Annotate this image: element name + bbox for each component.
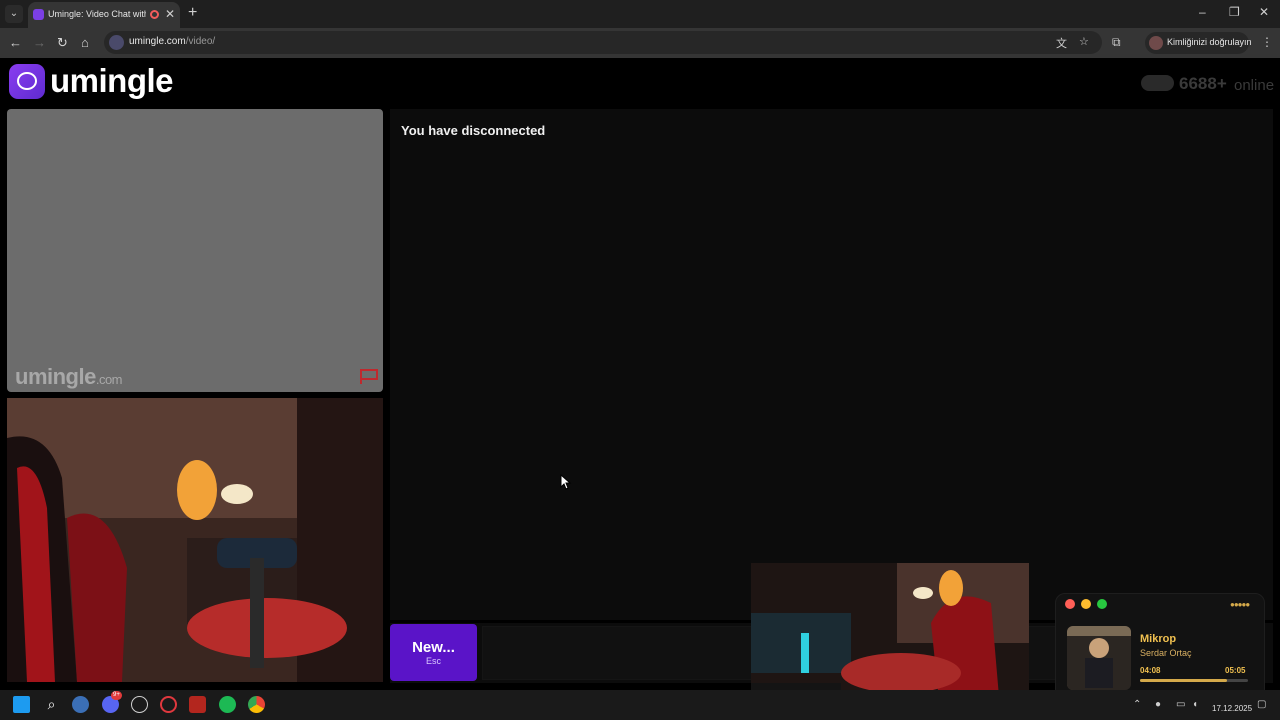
online-count: 6688+ [1179,74,1227,93]
mouse-cursor-icon [560,474,572,490]
total-time: 05:05 [1225,666,1246,675]
restore-icon[interactable]: ❐ [1229,5,1240,19]
current-time: 04:08 [1140,666,1161,675]
self-webcam-video [7,398,383,682]
chat-log-panel: You have disconnected [390,109,1273,620]
connection-status-text: You have disconnected [401,123,546,138]
umingle-logo-icon[interactable] [9,64,45,99]
app-icon-5[interactable] [189,696,206,713]
playback-progress-fill [1140,679,1228,682]
music-player-widget: ●●●●● Mikrop Serdar Ortaç 04:08 05:05 [1055,593,1265,699]
minimize-icon[interactable]: – [1199,5,1206,19]
taskbar-date[interactable]: 17.12.2025 [1212,704,1252,713]
windows-taskbar: ⌕ 9+ ⌃ ● ▭ ◖ 17.12.2025 ▢ [0,690,1280,720]
mic-icon[interactable]: ● [1155,699,1161,710]
opera-icon[interactable] [160,696,177,713]
minimize-dot-icon[interactable] [1081,599,1091,609]
app-icon-1[interactable] [72,696,89,713]
extensions-icon[interactable]: ⧉ [1112,35,1121,50]
album-cover [1067,626,1131,690]
webcam-room-scene [7,398,383,682]
tab-close-icon[interactable]: ✕ [165,7,175,21]
reload-icon[interactable]: ↻ [57,35,68,51]
stranger-video: umingle.com [7,109,383,392]
profile-button[interactable]: Kimliğinizi doğrulayın [1145,32,1252,54]
home-icon[interactable]: ⌂ [81,35,89,50]
volume-icon[interactable]: ◖ [1192,699,1198,710]
profile-label: Kimliğinizi doğrulayın [1167,37,1252,47]
search-icon[interactable]: ⌕ [43,696,60,713]
url-text[interactable]: umingle.com/video/ [129,36,215,47]
forward-icon[interactable]: → [33,35,46,50]
album-art [1067,626,1131,690]
online-label: online [1234,77,1275,94]
browser-menu-icon[interactable]: ⋮ [1261,35,1273,49]
discord-badge: 9+ [111,691,122,700]
new-tab-plus-icon[interactable]: + [188,4,197,22]
report-flag-icon[interactable] [359,368,381,385]
browser-toolbar: ← → ↻ ⌂ umingle.com/video/ 文 ☆ ⧉ Kimliği… [0,28,1280,58]
network-icon[interactable]: ▭ [1176,699,1185,710]
translate-icon[interactable]: 文 [1056,35,1067,51]
bookmark-star-icon[interactable]: ☆ [1079,35,1089,48]
new-button-shortcut: Esc [425,656,441,666]
spotify-icon[interactable] [219,696,236,713]
new-chat-button[interactable]: New... Esc [390,624,477,681]
tray-overflow-icon[interactable]: ⌃ [1133,699,1141,710]
notifications-icon[interactable]: ▢ [1257,699,1266,710]
logo-text[interactable]: umingle [50,62,174,100]
song-artist: Serdar Ortaç [1140,648,1192,658]
close-dot-icon[interactable] [1065,599,1075,609]
playback-progress-bar[interactable] [1140,679,1248,682]
new-button-label: New... [412,639,455,656]
discord-icon[interactable]: 9+ [102,691,122,713]
app-icon-3[interactable] [131,696,148,713]
umingle-watermark: umingle.com [15,364,123,389]
avatar [1149,36,1163,50]
song-title: Mikrop [1140,633,1177,645]
tab-recording-icon [150,10,159,19]
tab-search-chevron-icon[interactable]: ⌄ [5,5,23,23]
online-toggle[interactable] [1141,75,1174,91]
tab-favicon-icon [33,9,44,20]
maximize-dot-icon[interactable] [1097,599,1107,609]
chrome-icon[interactable] [248,696,265,713]
drag-handle-icon[interactable]: ●●●●● [1230,600,1250,609]
chat-bubble-icon [17,72,37,90]
active-tab[interactable]: Umingle: Video Chat with S ✕ [28,2,180,28]
address-bar[interactable]: umingle.com/video/ 文 ☆ [104,31,1102,54]
close-window-icon[interactable]: ✕ [1259,5,1269,19]
windows-start-icon[interactable] [13,696,30,713]
tab-title: Umingle: Video Chat with S [48,9,146,19]
back-icon[interactable]: ← [9,35,22,50]
site-info-icon[interactable] [109,35,124,50]
browser-tab-bar: ⌄ Umingle: Video Chat with S ✕ + – ❐ ✕ [0,0,1280,28]
